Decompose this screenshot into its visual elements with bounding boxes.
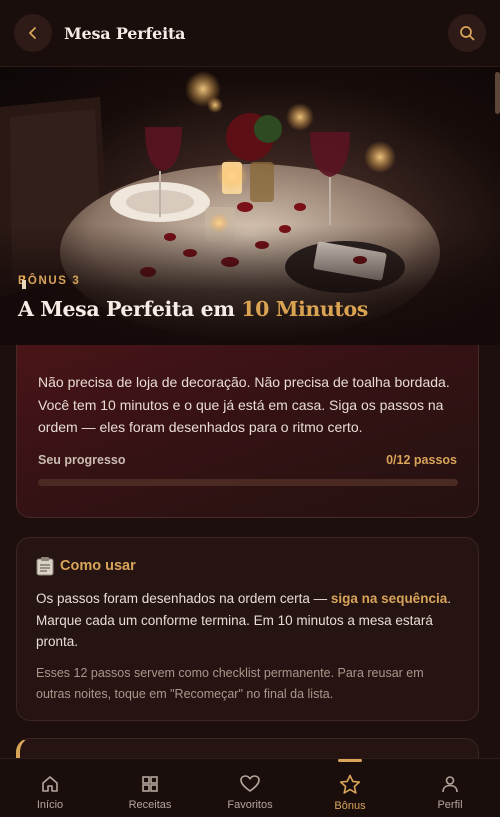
candle-icon xyxy=(22,275,26,289)
hero-title-accent: 10 Minutos xyxy=(241,297,368,321)
how-to-use-title: Como usar xyxy=(60,558,136,574)
app-header: Mesa Perfeita xyxy=(0,0,500,67)
nav-item-inicio[interactable]: Início xyxy=(0,759,100,817)
heart-icon xyxy=(240,775,260,792)
nav-label: Bônus xyxy=(334,800,366,812)
search-button[interactable] xyxy=(448,14,486,52)
nav-label: Favoritos xyxy=(227,799,273,811)
hero-kicker: BÔNUS 3 xyxy=(18,275,80,289)
progress-label: Seu progresso xyxy=(38,452,126,467)
progress-bar xyxy=(38,478,458,486)
how-to-use-text-start: Os passos foram desenhados na ordem cert… xyxy=(36,591,331,606)
nav-label: Perfil xyxy=(437,799,463,811)
how-to-use-note: Esses 12 passos servem como checklist pe… xyxy=(36,665,424,701)
hero-banner: BÔNUS 3 A Mesa Perfeita em 10 Minutos xyxy=(0,67,500,345)
search-icon xyxy=(460,26,475,41)
clipboard-icon xyxy=(36,557,54,576)
nav-label: Receitas xyxy=(128,799,172,811)
how-to-use-highlight: siga na sequência xyxy=(330,591,448,606)
nav-item-receitas[interactable]: Receitas xyxy=(100,759,200,817)
star-icon xyxy=(339,774,361,794)
intro-card: Não precisa de loja de decoração. Não pr… xyxy=(16,345,479,518)
hero-title: A Mesa Perfeita em 10 Minutos xyxy=(18,297,368,321)
how-to-use-card: Como usar Os passos foram desenhados na … xyxy=(16,537,479,721)
nav-item-bonus[interactable]: Bônus xyxy=(300,759,400,817)
how-to-use-text: Os passos foram desenhados na ordem cert… xyxy=(36,588,459,653)
nav-item-favoritos[interactable]: Favoritos xyxy=(200,759,300,817)
progress-row: Seu progresso 0/12 passos xyxy=(38,453,457,467)
how-to-use-header: Como usar xyxy=(36,556,459,576)
home-icon xyxy=(42,776,58,792)
user-icon xyxy=(442,776,458,793)
bottom-nav: Início Receitas Favoritos Bônus Perfil xyxy=(0,758,500,817)
scrollbar-thumb[interactable] xyxy=(495,72,500,114)
app-title: Mesa Perfeita xyxy=(64,23,186,43)
nav-item-perfil[interactable]: Perfil xyxy=(400,759,500,817)
progress-count: 0/12 passos xyxy=(386,452,457,467)
nav-label: Início xyxy=(36,799,64,811)
grid-icon xyxy=(142,776,158,792)
hero-title-main: A Mesa Perfeita em xyxy=(18,297,242,321)
intro-text: Não precisa de loja de decoração. Não pr… xyxy=(38,374,450,435)
chevron-left-icon xyxy=(29,27,36,39)
back-button[interactable] xyxy=(14,14,52,52)
